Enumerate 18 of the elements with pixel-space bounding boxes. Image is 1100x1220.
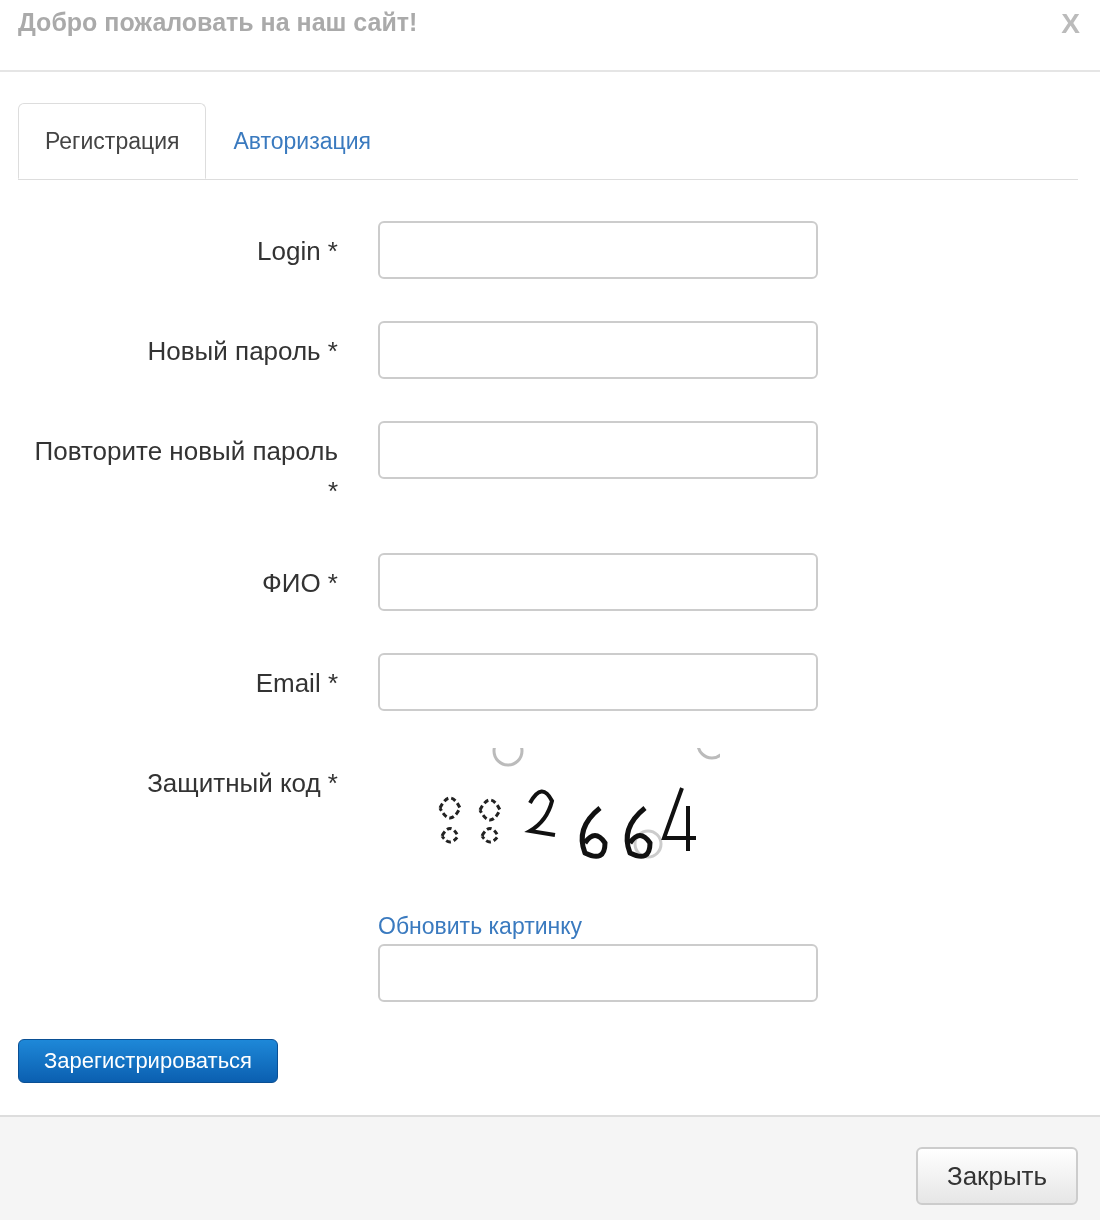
field-label: Login *	[256, 235, 338, 268]
register-button[interactable]: Зарегистрироваться	[18, 1039, 279, 1083]
input-field[interactable]	[378, 944, 818, 1002]
field-label: Email *	[254, 667, 338, 700]
tab[interactable]: Регистрация	[18, 103, 207, 179]
refresh-captcha-link[interactable]: Обновить картинку	[378, 913, 583, 940]
field-label: Защитный код *	[146, 767, 338, 800]
close-button[interactable]: Закрыть	[916, 1147, 1078, 1205]
input-field[interactable]	[378, 421, 818, 479]
field-label: ФИО *	[260, 567, 338, 600]
field-label: Новый пароль *	[146, 335, 338, 368]
input-field[interactable]	[378, 653, 818, 711]
field-label: Повторите новый пароль *	[33, 435, 338, 508]
modal-title: Добро пожаловать на наш сайт!	[18, 8, 418, 37]
input-field[interactable]	[378, 221, 818, 279]
tab[interactable]: Авторизация	[206, 103, 399, 179]
input-field[interactable]	[378, 553, 818, 611]
input-field[interactable]	[378, 321, 818, 379]
